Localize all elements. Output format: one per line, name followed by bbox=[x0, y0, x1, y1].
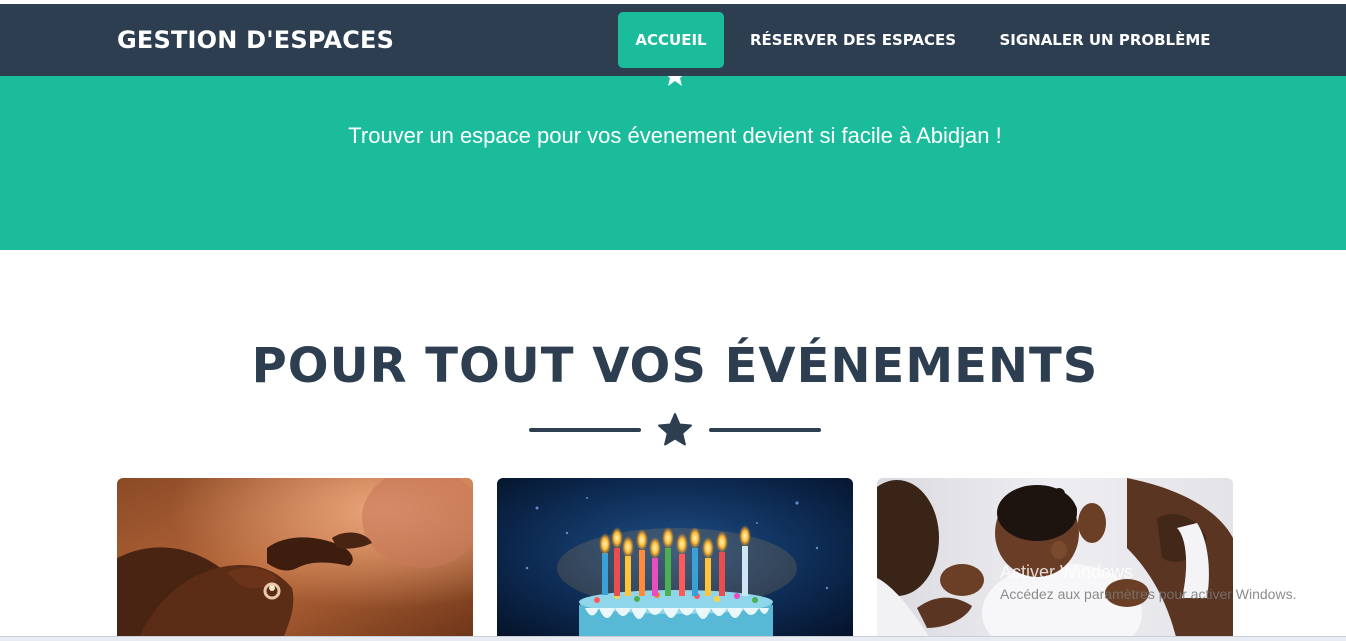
brand-logo-text[interactable]: GESTION D'ESPACES bbox=[117, 26, 394, 54]
star-icon bbox=[663, 76, 687, 88]
baby-family-photo bbox=[877, 478, 1233, 641]
navbar: GESTION D'ESPACES ACCUEIL RÉSERVER DES E… bbox=[0, 4, 1346, 76]
nav-item-signaler-probleme[interactable]: SIGNALER UN PROBLÈME bbox=[984, 12, 1226, 68]
event-card-birthday[interactable] bbox=[497, 478, 853, 641]
event-card-wedding[interactable] bbox=[117, 478, 473, 641]
divider-line-left bbox=[529, 428, 641, 432]
birthday-cake-photo bbox=[497, 478, 853, 641]
hero-tagline: Trouver un espace pour vos évenement dev… bbox=[348, 123, 1002, 148]
wedding-ring-photo bbox=[117, 478, 473, 641]
hero-banner: Trouver un espace pour vos évenement dev… bbox=[0, 76, 1346, 250]
nav-item-reserver-espaces[interactable]: RÉSERVER DES ESPACES bbox=[736, 12, 970, 68]
section-title: POUR TOUT VOS ÉVÉNEMENTS bbox=[251, 338, 1099, 394]
divider-line-right bbox=[709, 428, 821, 432]
event-card-baby[interactable] bbox=[877, 478, 1233, 641]
bottom-edge bbox=[0, 636, 1346, 641]
nav-item-accueil[interactable]: ACCUEIL bbox=[618, 12, 724, 68]
star-icon bbox=[658, 413, 692, 446]
title-divider bbox=[529, 412, 821, 448]
